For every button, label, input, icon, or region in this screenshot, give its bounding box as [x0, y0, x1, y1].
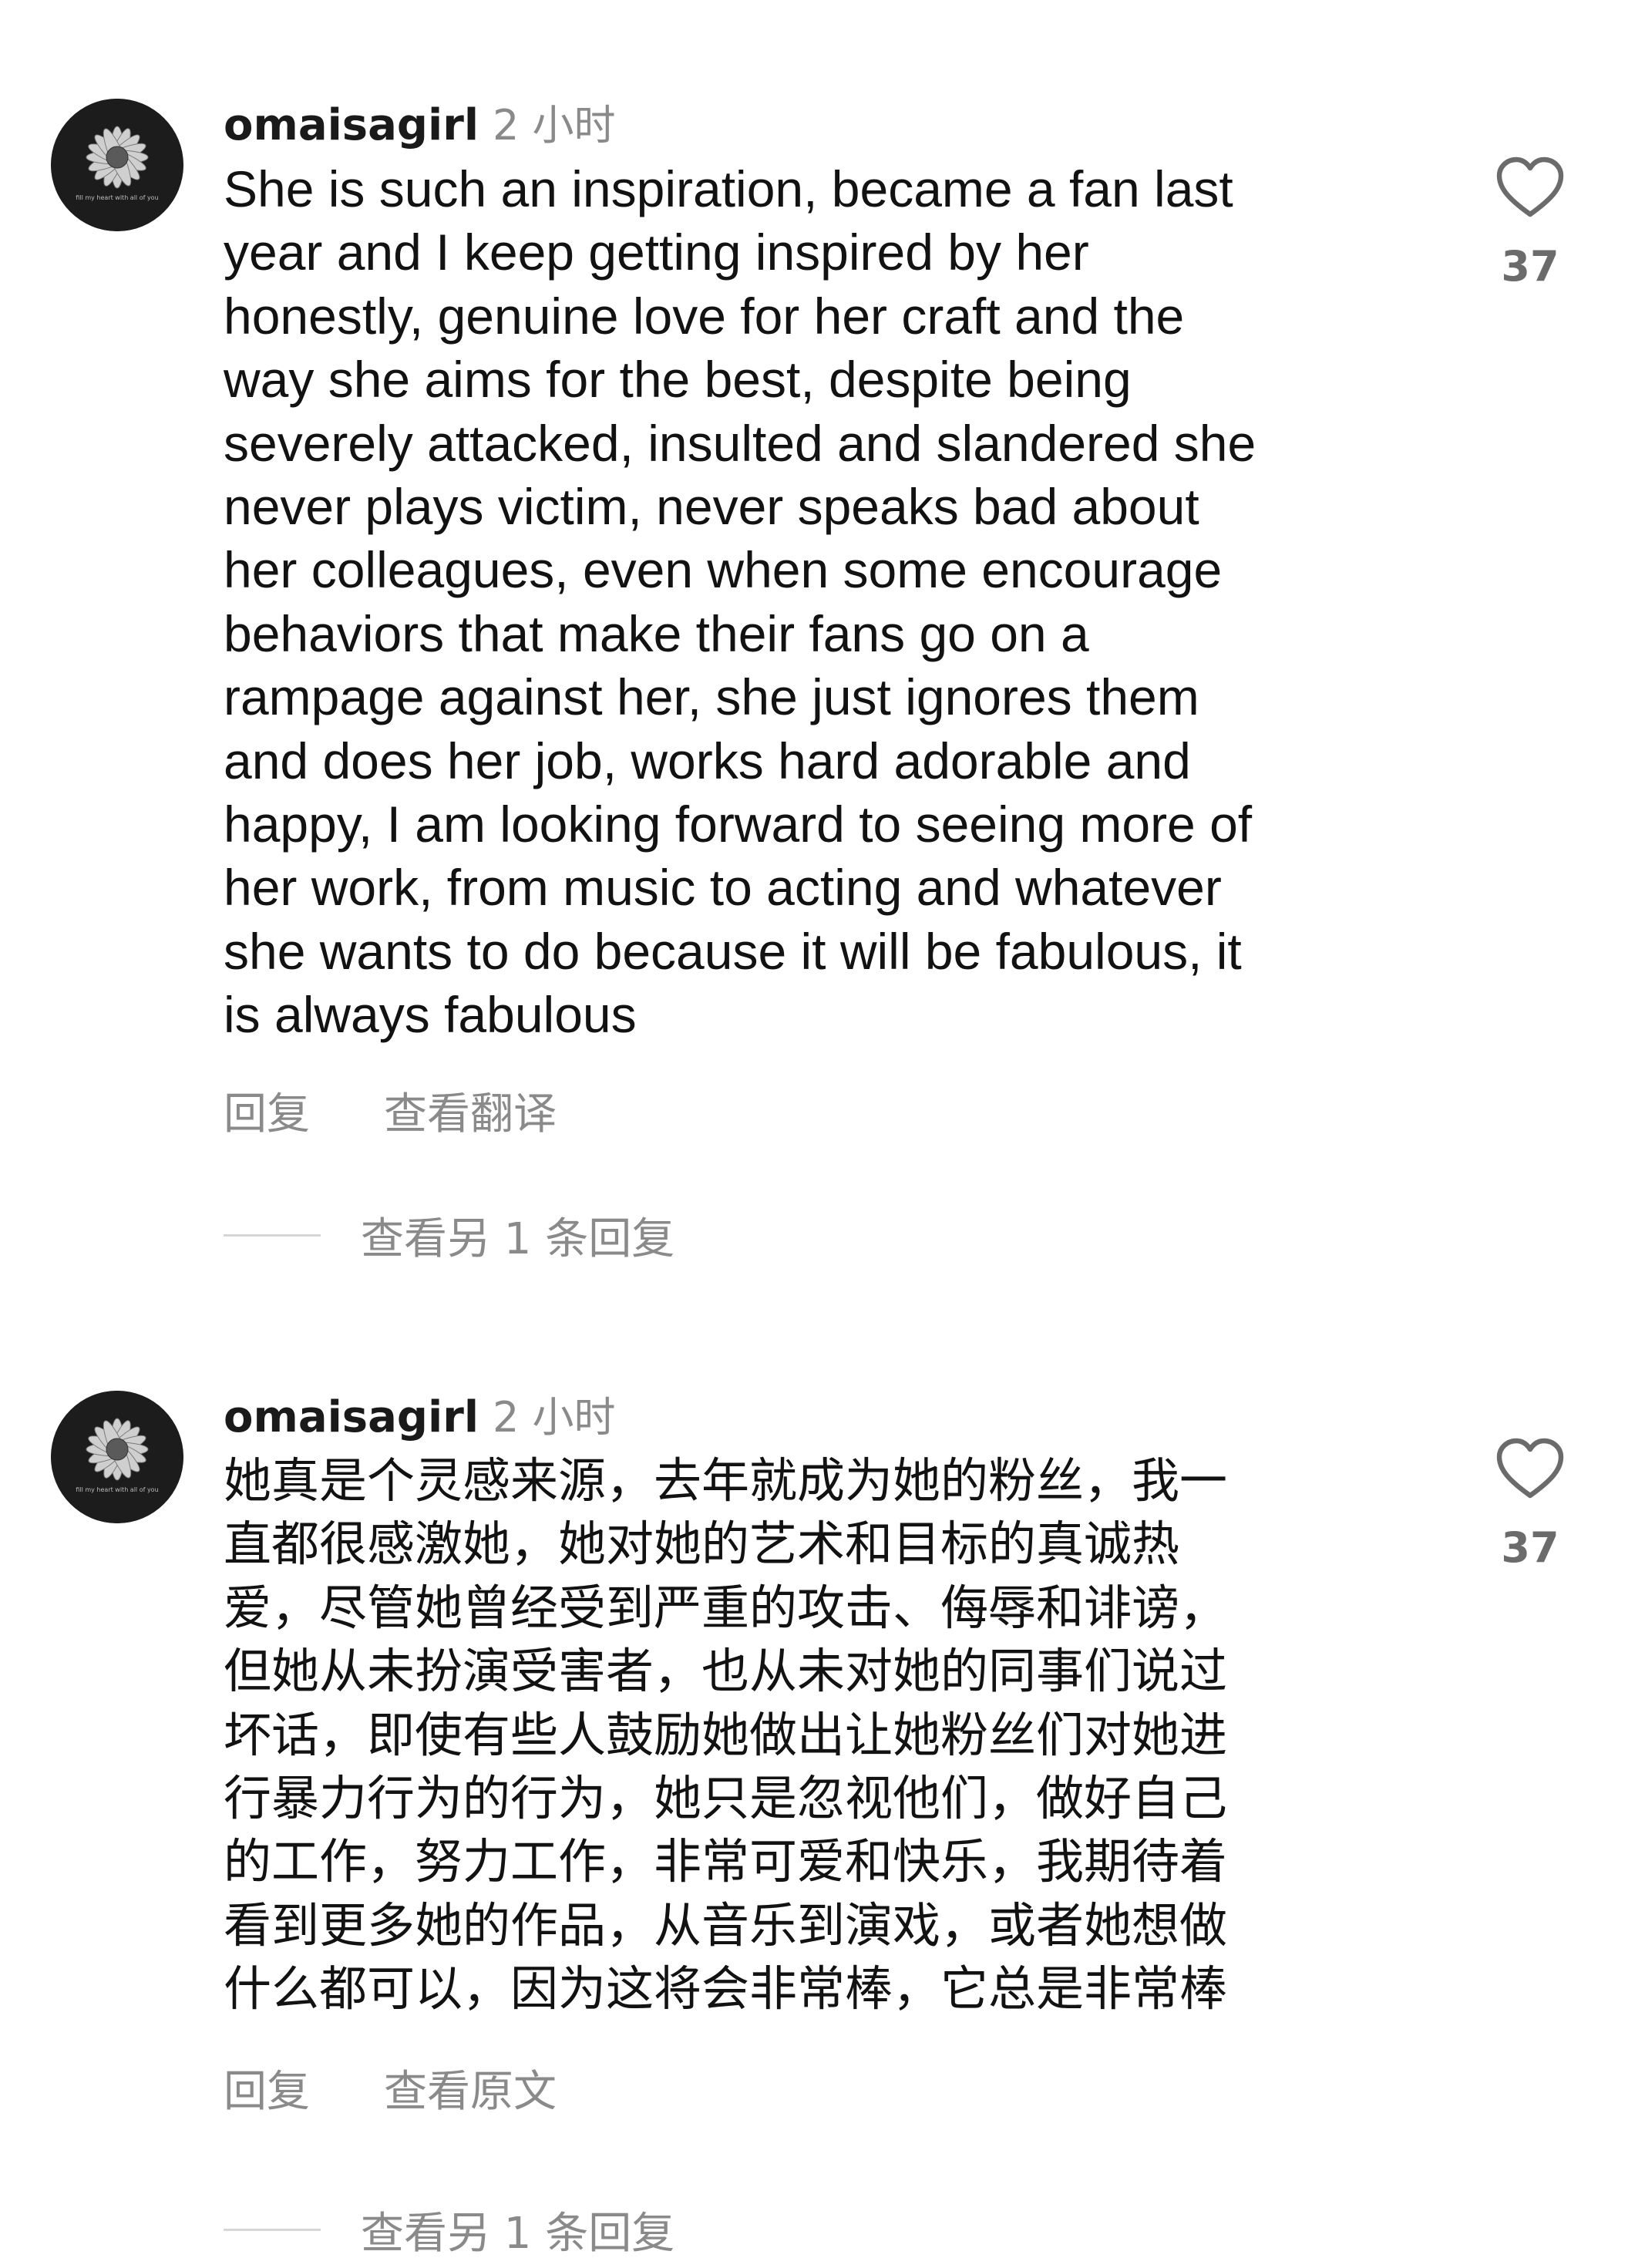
comment-text-line: 坏话，即使有些人鼓励她做出让她粉丝们对她进	[224, 1706, 1228, 1763]
avatar-caption: fill my heart with all of you	[76, 1486, 159, 1493]
username[interactable]: omaisagirl	[224, 1392, 479, 1442]
comment-text-line: 她真是个灵感来源，去年就成为她的粉丝，我一	[224, 1452, 1228, 1509]
comment-text-line: 什么都可以，因为这将会非常棒，它总是非常棒	[224, 1960, 1228, 2017]
comment-text-line: she wants to do because it will be fabul…	[224, 922, 1242, 980]
comment-text-line: year and I keep getting inspired by her	[224, 224, 1089, 281]
view-replies-button[interactable]: 查看另 1 条回复	[224, 1204, 674, 1266]
like-count: 37	[1501, 242, 1559, 291]
comment-actions: 回复 查看翻译	[224, 1079, 557, 1141]
comment-text-line: 但她从未扮演受害者，也从未对她的同事们说过	[224, 1643, 1228, 1700]
comment-text-line: her colleagues, even when some encourage	[224, 541, 1223, 599]
avatar-caption: fill my heart with all of you	[76, 194, 159, 201]
comment-header: omaisagirl 2 小时	[224, 91, 616, 153]
comment-text-line: honestly, genuine love for her craft and…	[224, 287, 1185, 345]
username[interactable]: omaisagirl	[224, 100, 479, 150]
timestamp: 2 小时	[493, 1393, 616, 1442]
reply-button[interactable]: 回复	[224, 1079, 310, 1142]
timestamp: 2 小时	[493, 101, 616, 150]
comment-text-line: and does her job, works hard adorable an…	[224, 732, 1191, 789]
reply-button[interactable]: 回复	[224, 2057, 310, 2119]
view-replies-label: 查看另 1 条回复	[361, 2208, 675, 2259]
comment-text: She is such an inspiration, became a fan…	[224, 157, 1411, 1047]
comment-text-line: severely attacked, insulted and slandere…	[224, 414, 1256, 472]
heart-outline-icon[interactable]	[1493, 151, 1567, 225]
divider	[224, 1233, 321, 1237]
comment-header: omaisagirl 2 小时	[224, 1383, 616, 1445]
comment-text-line: never plays victim, never speaks bad abo…	[224, 478, 1199, 536]
heart-outline-icon[interactable]	[1493, 1432, 1567, 1506]
comment-text-line: happy, I am looking forward to seeing mo…	[224, 796, 1253, 853]
flower-avatar-icon	[51, 99, 183, 231]
comment-text-line: 爱，尽管她曾经受到严重的攻击、侮辱和诽谤，	[224, 1579, 1228, 1636]
comment-text-line: 看到更多她的作品，从音乐到演戏，或者她想做	[224, 1896, 1228, 1953]
comment-text-line: 的工作，努力工作，非常可爱和快乐，我期待着	[224, 1833, 1228, 1890]
view-replies-button[interactable]: 查看另 1 条回复	[224, 2199, 674, 2260]
comment-text-line: behaviors that make their fans go on a	[224, 604, 1089, 662]
avatar[interactable]: fill my heart with all of you	[51, 1391, 183, 1523]
avatar[interactable]: fill my heart with all of you	[51, 99, 183, 231]
like-control: 37	[1480, 151, 1580, 291]
comment-text-line: 直都很感激她，她对她的艺术和目标的真诚热	[224, 1516, 1180, 1573]
comment-text-line: her work, from music to acting and whate…	[224, 859, 1222, 917]
comment-text-line: rampage against her, she just ignores th…	[224, 668, 1199, 726]
divider	[224, 2228, 321, 2231]
flower-avatar-icon	[51, 1391, 183, 1523]
comment-text-line: 行暴力行为的行为，她只是忽视他们，做好自己	[224, 1770, 1228, 1827]
comment-actions: 回复 查看原文	[224, 2057, 557, 2118]
comment-text-line: She is such an inspiration, became a fan…	[224, 160, 1233, 217]
like-control: 37	[1480, 1432, 1580, 1572]
comment-text-line: is always fabulous	[224, 986, 637, 1044]
comment-text-line: way she aims for the best, despite being	[224, 351, 1132, 409]
comment-text: 她真是个灵感来源，去年就成为她的粉丝，我一 直都很感激她，她对她的艺术和目标的真…	[224, 1449, 1411, 2021]
translate-button[interactable]: 查看翻译	[384, 1079, 557, 1142]
like-count: 37	[1501, 1523, 1559, 1572]
view-original-button[interactable]: 查看原文	[384, 2057, 557, 2119]
view-replies-label: 查看另 1 条回复	[361, 1213, 675, 1264]
